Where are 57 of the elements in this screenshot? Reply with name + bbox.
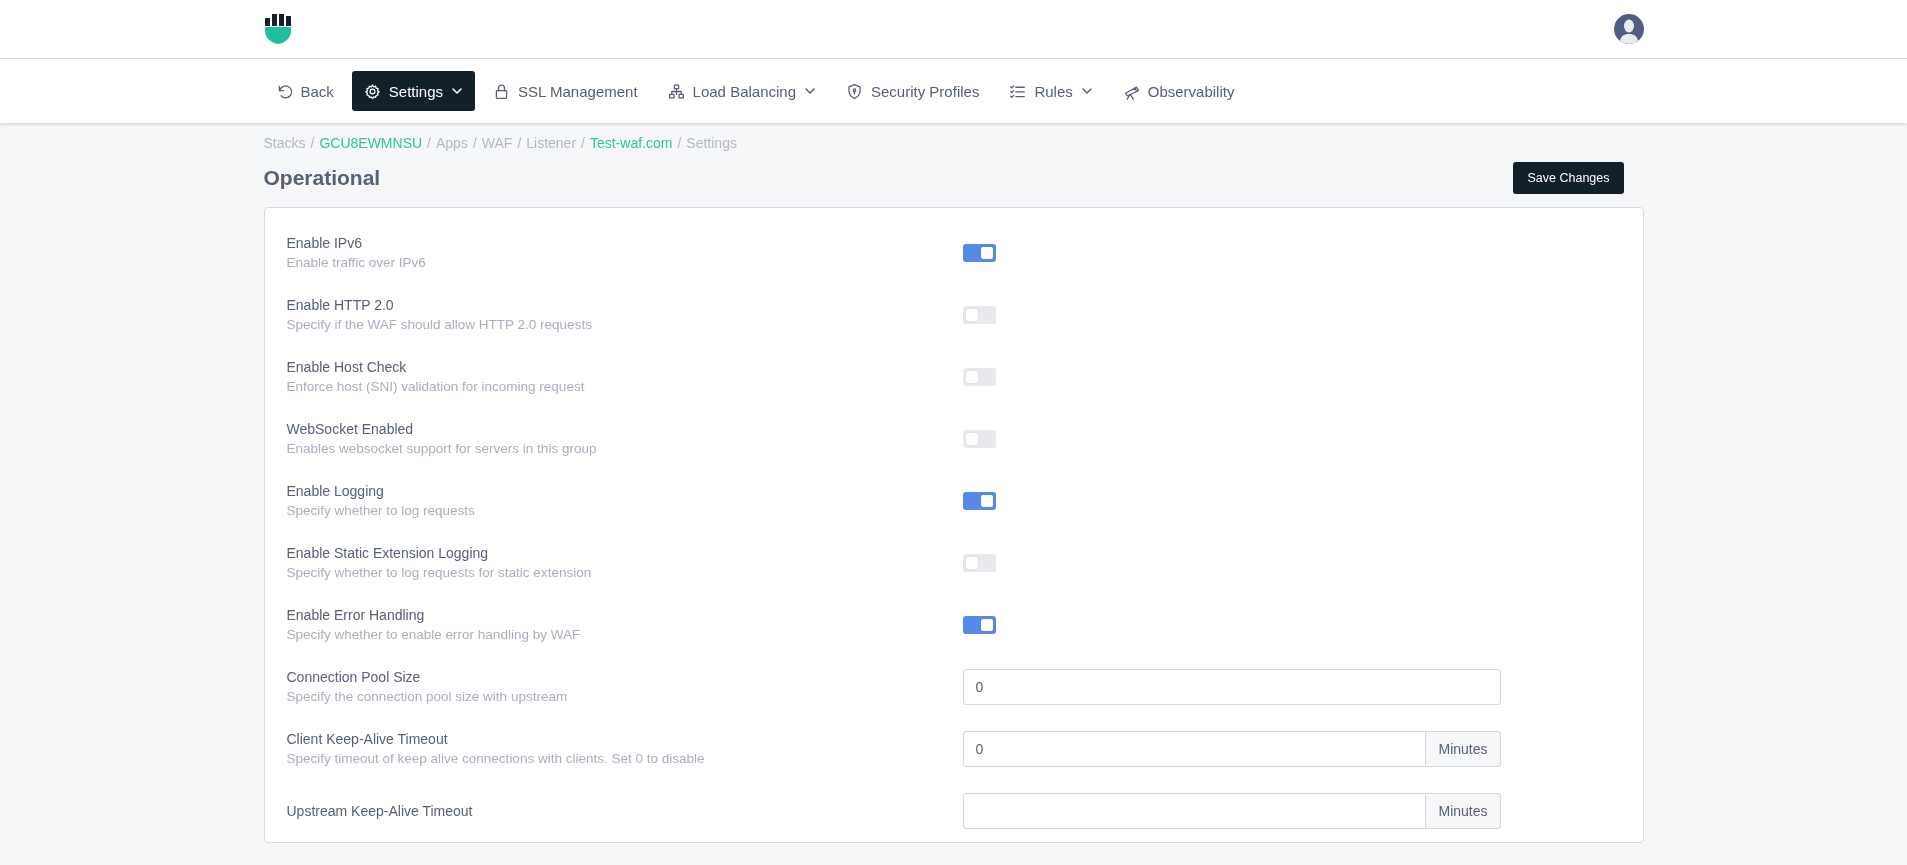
setting-description: Enable traffic over IPv6	[286, 254, 427, 272]
unit-addon: Minutes	[1426, 731, 1501, 767]
checklist-icon	[1009, 82, 1027, 100]
unit-addon: Minutes	[1426, 793, 1501, 829]
sitemap-icon	[667, 82, 685, 100]
setting-label: Enable Error Handling	[286, 606, 426, 625]
setting-label: Enable IPv6	[286, 234, 363, 253]
setting-label: WebSocket Enabled	[286, 420, 415, 439]
logo-icon[interactable]	[263, 13, 292, 45]
setting-label: Connection Pool Size	[286, 668, 422, 687]
setting-description: Specify whether to log requests	[286, 502, 476, 520]
input-field[interactable]: 0	[962, 731, 1427, 767]
breadcrumb-separator: /	[472, 135, 477, 153]
setting-description: Specify the connection pool size with upstream	[286, 688, 569, 706]
setting-description: Specify timeout of keep alive connections with clients. Set 0 to disable	[286, 750, 706, 768]
breadcrumb-separator: /	[517, 135, 522, 153]
toggle-switch[interactable]	[962, 616, 996, 634]
breadcrumb-item: Listener	[526, 135, 577, 153]
avatar-icon[interactable]	[1613, 14, 1644, 44]
toggle-switch[interactable]	[962, 554, 996, 572]
nav-tab[interactable]: Observability	[1110, 71, 1247, 111]
toggle-switch[interactable]	[962, 306, 996, 324]
setting-label: Upstream Keep-Alive Timeout	[286, 801, 474, 821]
nav-tab[interactable]: SSL Management	[481, 71, 650, 111]
setting-label: Client Keep-Alive Timeout	[286, 730, 449, 749]
breadcrumb-separator: /	[581, 135, 585, 153]
save-button[interactable]: Save Changes	[1513, 162, 1624, 194]
gear-icon	[363, 82, 381, 100]
input-field[interactable]: 0	[962, 669, 1501, 705]
setting-description: Specify if the WAF should allow HTTP 2.0 requests	[286, 316, 593, 334]
breadcrumb-item: Stacks	[263, 135, 306, 153]
breadcrumb-item: WAF	[481, 135, 513, 153]
nav-tab[interactable]: Settings	[351, 71, 476, 111]
input-field[interactable]	[962, 793, 1427, 829]
setting-label: Enable Logging	[286, 482, 385, 501]
breadcrumb-separator: /	[677, 135, 682, 153]
setting-description: Enforce host (SNI) validation for incoming request	[286, 378, 586, 396]
toggle-switch[interactable]	[962, 368, 996, 386]
setting-description: Enables websocket support for servers in this group	[286, 440, 598, 458]
toggle-switch[interactable]	[962, 244, 996, 262]
setting-label: Enable Static Extension Logging	[286, 544, 490, 563]
toggle-switch[interactable]	[962, 492, 996, 510]
nav-tab[interactable]: Rules	[997, 71, 1105, 111]
nav-tab[interactable]: Load Balancing	[655, 71, 828, 111]
nav-tab[interactable]: Back	[263, 71, 346, 111]
setting-description: Specify whether to enable error handling by WAF	[286, 626, 582, 644]
toggle-switch[interactable]	[962, 430, 996, 448]
breadcrumb-separator: /	[427, 135, 431, 153]
nav-tab[interactable]: Security Profiles	[834, 71, 992, 111]
setting-description: Specify whether to log requests for static extension	[286, 564, 593, 582]
breadcrumb-separator: /	[310, 135, 315, 153]
breadcrumb-item: Settings	[686, 135, 737, 153]
breadcrumb-item: Apps	[435, 135, 468, 153]
setting-label: Enable Host Check	[286, 358, 408, 377]
page-title: Operational	[263, 166, 381, 190]
shield-icon	[846, 82, 863, 100]
setting-label: Enable HTTP 2.0	[286, 296, 395, 315]
